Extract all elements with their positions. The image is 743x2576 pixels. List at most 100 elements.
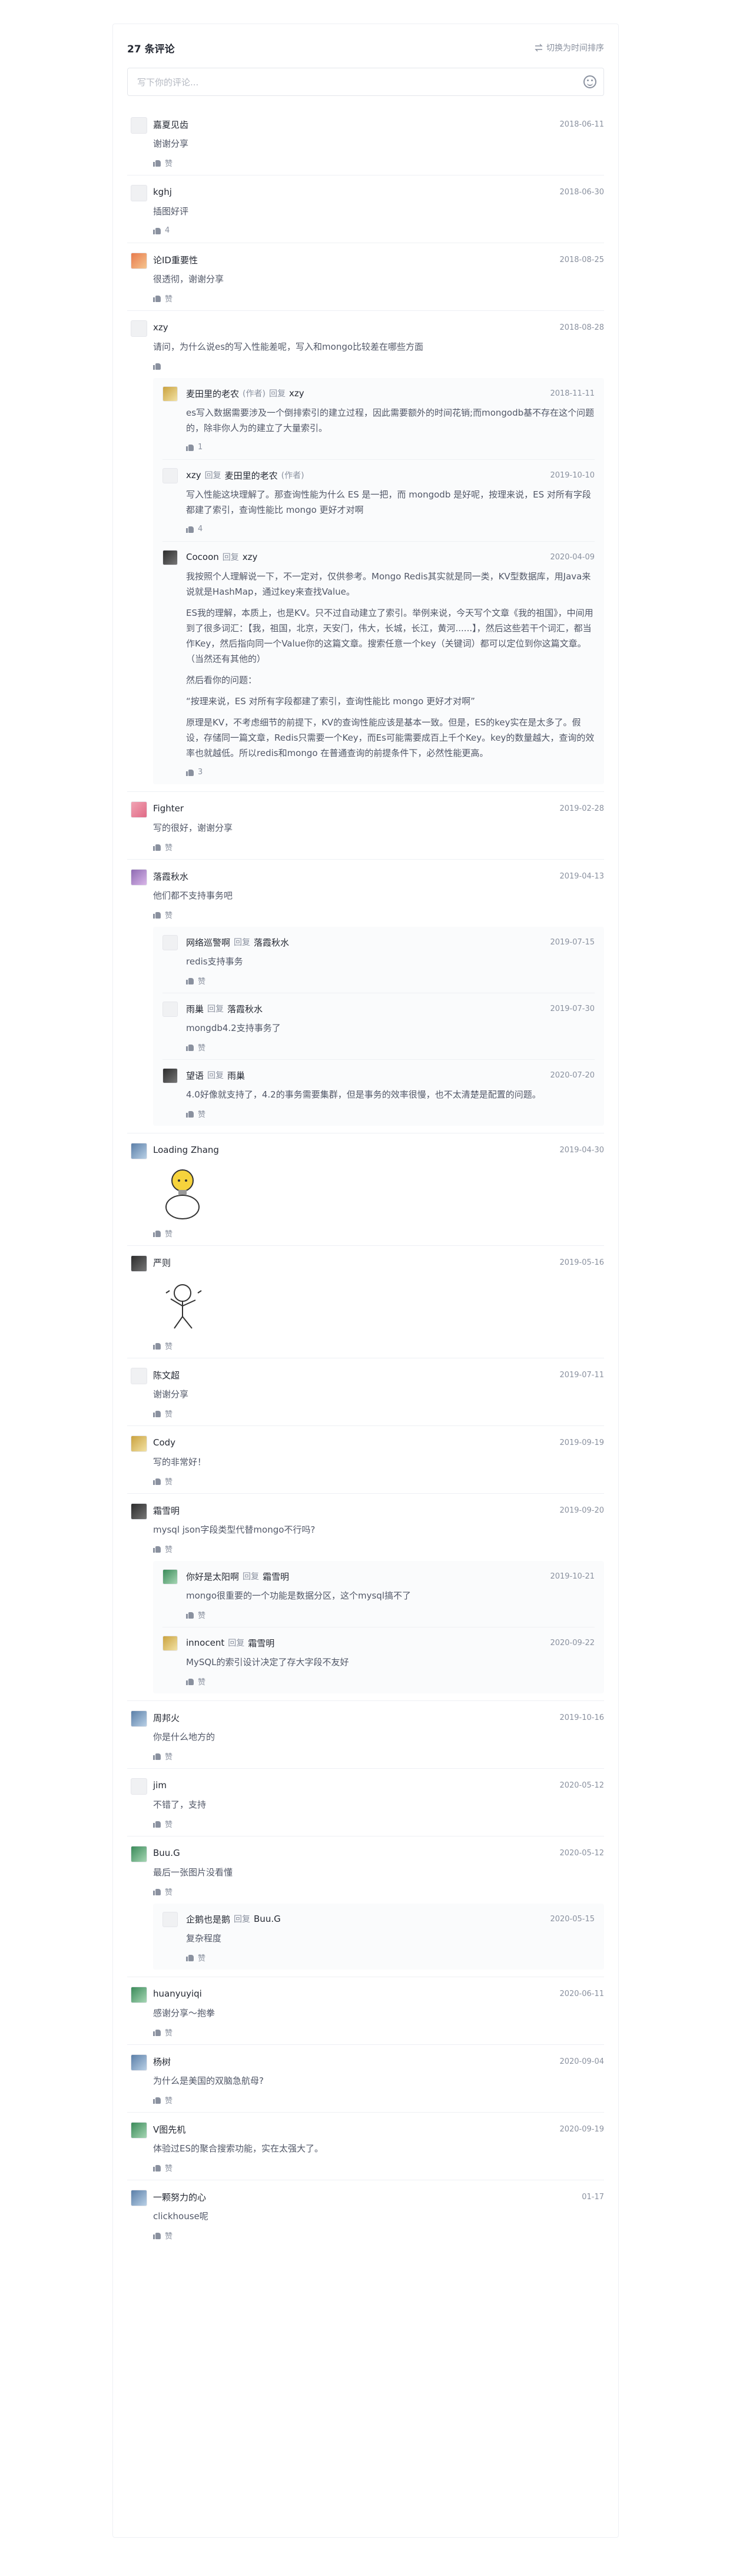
like-button[interactable]: 赞 (153, 293, 604, 304)
avatar[interactable] (131, 1255, 147, 1272)
username[interactable]: Cocoon (186, 552, 219, 562)
avatar[interactable] (131, 2122, 147, 2139)
thumbs-up-icon (153, 911, 161, 919)
username[interactable]: kghj (153, 187, 172, 197)
like-button[interactable]: 赞 (153, 157, 604, 168)
avatar[interactable] (131, 2054, 147, 2071)
reply-target[interactable]: 霜雪明 (263, 1570, 289, 1583)
like-button[interactable]: 赞 (153, 2094, 604, 2106)
username[interactable]: 论ID重要性 (153, 254, 198, 266)
like-button[interactable]: 赞 (153, 909, 604, 920)
avatar[interactable] (131, 869, 147, 886)
username[interactable]: xzy (186, 470, 201, 480)
username[interactable]: 落霞秋水 (153, 870, 188, 883)
avatar[interactable] (131, 117, 147, 134)
avatar[interactable] (131, 801, 147, 818)
like-button[interactable] (153, 360, 604, 371)
avatar[interactable] (131, 253, 147, 269)
username[interactable]: huanyuyiqi (153, 1988, 202, 1999)
avatar[interactable] (131, 1435, 147, 1452)
like-button[interactable]: 赞 (153, 1340, 604, 1351)
like-button[interactable]: 赞 (186, 975, 595, 986)
username[interactable]: Fighter (153, 803, 184, 814)
avatar[interactable] (131, 1143, 147, 1159)
emoji-icon[interactable] (583, 75, 596, 88)
like-button[interactable]: 赞 (153, 1751, 604, 1762)
reply-target[interactable]: 麦田里的老农 (225, 469, 278, 482)
avatar[interactable] (131, 1710, 147, 1727)
like-button[interactable]: 4 (153, 225, 604, 236)
username[interactable]: V图先机 (153, 2123, 185, 2136)
avatar[interactable] (162, 550, 178, 565)
timestamp: 2019-07-11 (559, 1370, 604, 1380)
comment-input[interactable]: 写下你的评论... (127, 68, 604, 96)
avatar[interactable] (162, 1569, 178, 1584)
like-button[interactable]: 赞 (153, 1476, 604, 1487)
avatar[interactable] (131, 1503, 147, 1520)
reply-target[interactable]: xzy (289, 388, 304, 399)
username[interactable]: 嘉夏见齿 (153, 118, 188, 131)
avatar[interactable] (162, 1636, 178, 1651)
username[interactable]: jim (153, 1780, 167, 1791)
username[interactable]: xzy (153, 322, 168, 333)
username[interactable]: 企鹅也是鹅 (186, 1913, 230, 1925)
like-button[interactable]: 赞 (186, 1952, 595, 1963)
like-button[interactable]: 赞 (153, 2027, 604, 2038)
reply-target[interactable]: 落霞秋水 (254, 936, 289, 949)
like-button[interactable]: 赞 (153, 2162, 604, 2173)
username[interactable]: Loading Zhang (153, 1145, 219, 1155)
like-button[interactable]: 赞 (153, 2230, 604, 2241)
avatar[interactable] (162, 468, 178, 483)
username[interactable]: 周邦火 (153, 1712, 180, 1724)
username[interactable]: 一颗努力的心 (153, 2191, 206, 2203)
username[interactable]: 你好是太阳啊 (186, 1570, 239, 1583)
username[interactable]: 麦田里的老农 (186, 387, 239, 400)
like-button[interactable]: 赞 (186, 1676, 595, 1687)
avatar[interactable] (162, 935, 178, 950)
avatar[interactable] (131, 1846, 147, 1862)
avatar[interactable] (131, 320, 147, 337)
like-button[interactable]: 4 (186, 523, 595, 534)
comment-author-line: V图先机 (153, 2123, 185, 2136)
avatar[interactable] (162, 1912, 178, 1927)
reply-target[interactable]: Buu.G (254, 1914, 281, 1924)
comment-meta: 雨巢 回复 落霞秋水 2019-07-30 (186, 1002, 595, 1016)
avatar[interactable] (162, 1068, 178, 1083)
like-button[interactable]: 赞 (153, 1228, 604, 1239)
like-button[interactable]: 赞 (153, 841, 604, 853)
reply-target[interactable]: 雨巢 (227, 1069, 245, 1082)
like-button[interactable]: 赞 (153, 1886, 604, 1897)
like-button[interactable]: 赞 (153, 1408, 604, 1419)
username[interactable]: 霜雪明 (153, 1504, 180, 1517)
like-button[interactable]: 赞 (153, 1818, 604, 1829)
reply-target[interactable]: 霜雪明 (248, 1637, 274, 1649)
username[interactable]: 严则 (153, 1256, 171, 1269)
reply-target[interactable]: xzy (243, 552, 258, 562)
like-button[interactable]: 赞 (186, 1042, 595, 1053)
avatar[interactable] (131, 1368, 147, 1384)
username[interactable]: Buu.G (153, 1848, 180, 1858)
avatar[interactable] (131, 1778, 147, 1795)
username[interactable]: 陈文超 (153, 1369, 180, 1381)
like-button[interactable]: 赞 (153, 1543, 604, 1554)
avatar[interactable] (162, 386, 178, 402)
avatar[interactable] (162, 1002, 178, 1017)
like-button[interactable]: 3 (186, 767, 595, 777)
username[interactable]: 望语 (186, 1069, 204, 1082)
username[interactable]: 雨巢 (186, 1003, 204, 1015)
username[interactable]: 网络巡警啊 (186, 936, 230, 949)
reply-item: Cocoon 回复 xzy 2020-04-09 我按照个人理解说一下，不一定对，仅供参… (162, 542, 595, 784)
reply-target[interactable]: 落霞秋水 (227, 1003, 263, 1015)
like-button[interactable]: 赞 (186, 1108, 595, 1119)
like-button[interactable]: 1 (186, 442, 595, 452)
avatar[interactable] (131, 2190, 147, 2206)
sort-toggle-button[interactable]: 切换为时间排序 (535, 42, 604, 54)
avatar[interactable] (131, 1987, 147, 2003)
avatar[interactable] (131, 185, 147, 201)
username[interactable]: 杨树 (153, 2056, 171, 2068)
replies-list: 你好是太阳啊 回复 霜雪明 2019-10-21 mongo很重要的一个功能是数据分区，… (153, 1561, 604, 1693)
username[interactable]: innocent (186, 1637, 224, 1648)
like-button[interactable]: 赞 (186, 1609, 595, 1620)
username[interactable]: Cody (153, 1437, 175, 1448)
like-count: 赞 (165, 1342, 173, 1351)
